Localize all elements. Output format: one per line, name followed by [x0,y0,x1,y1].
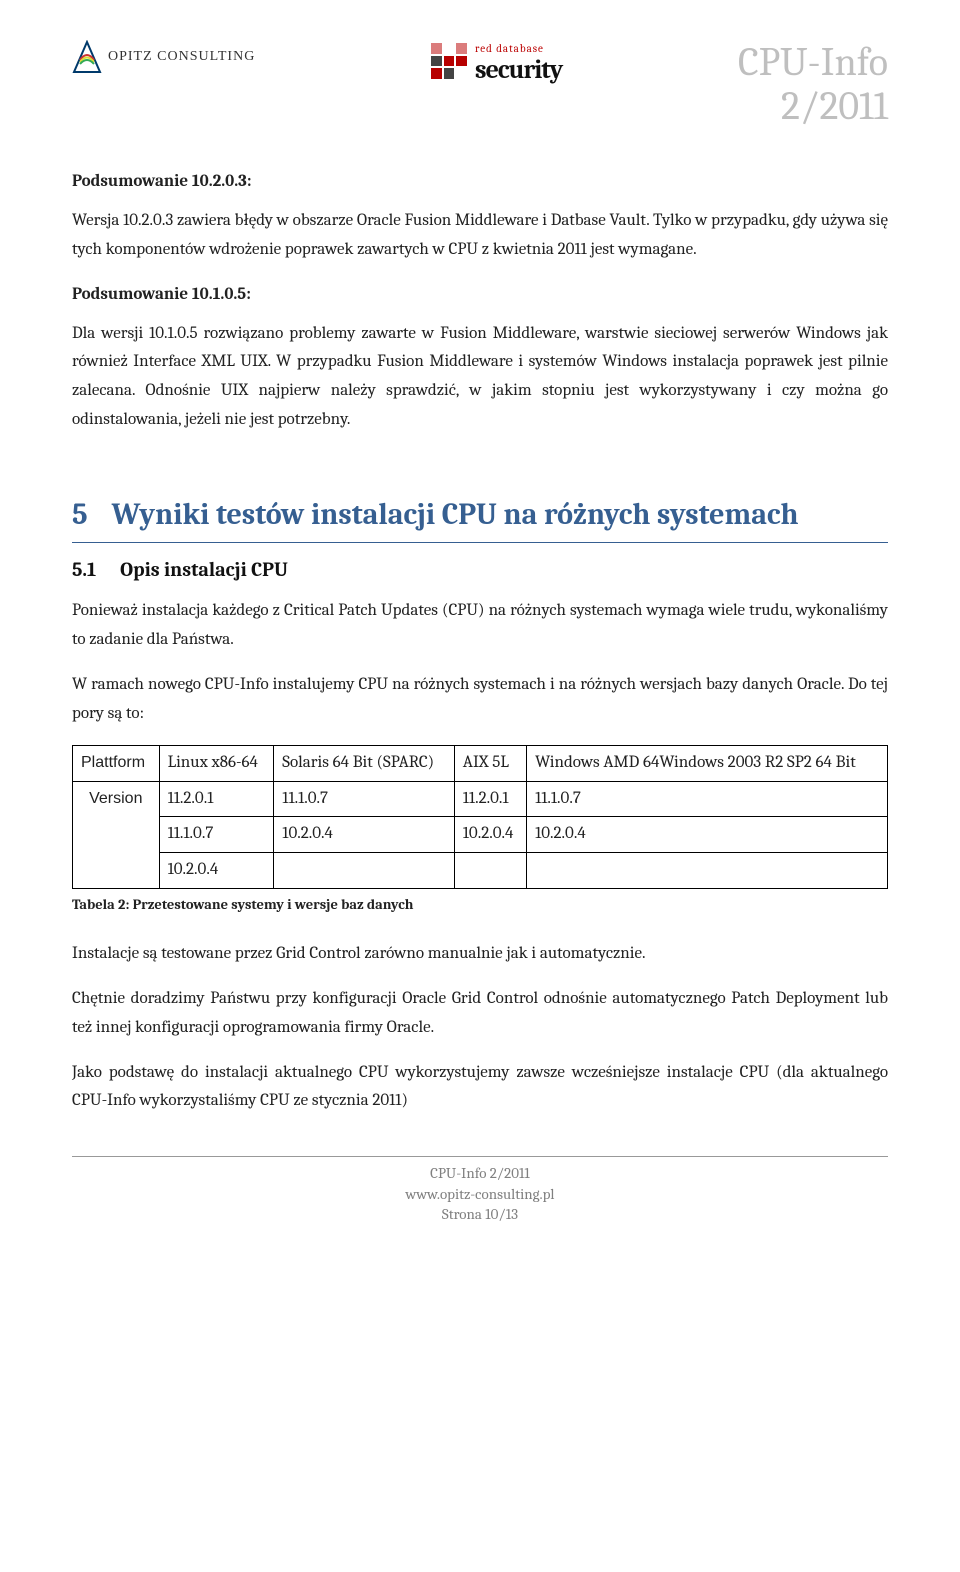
table-header-row: Plattform Linux x86-64 Solaris 64 Bit (S… [73,745,888,781]
th-plattform: Plattform [73,745,160,781]
summary-10105-paragraph: Dla wersji 10.1.0.5 rozwiązano problemy … [72,320,888,436]
red-database-security-logo: red database security [431,40,562,82]
cell: 11.2.0.1 [159,781,274,817]
cell: 10.2.0.4 [274,817,454,853]
cell [274,853,454,889]
tested-systems-table: Plattform Linux x86-64 Solaris 64 Bit (S… [72,745,888,890]
table-row: 10.2.0.4 [73,853,888,889]
table-row: Version 11.2.0.1 11.1.0.7 11.2.0.1 11.1.… [73,781,888,817]
th-solaris: Solaris 64 Bit (SPARC) [274,745,454,781]
section-5-1-para3: Instalacje są testowane przez Grid Contr… [72,940,888,969]
table-2-caption: Tabela 2: Przetestowane systemy i wersje… [72,893,888,918]
footer-doc-title: CPU-Info 2/2011 [72,1163,888,1183]
section-5-1-heading: 5.1 Opis instalacji CPU [72,553,888,587]
summary-10105-heading: Podsumowanie 10.1.0.5: [72,281,888,310]
table-row: 11.1.0.7 10.2.0.4 10.2.0.4 10.2.0.4 [73,817,888,853]
document-title: CPU-Info 2/2011 [738,40,888,128]
cell: 10.2.0.4 [527,817,888,853]
chapter-5-heading: 5 Wyniki testów instalacji CPU na różnyc… [72,489,888,543]
doc-title-line1: CPU-Info [738,40,888,84]
chapter-title: Wyniki testów instalacji CPU na różnych … [112,489,799,540]
cell [527,853,888,889]
cell: 10.2.0.4 [454,817,526,853]
section-5-1-para5: Jako podstawę do instalacji aktualnego C… [72,1059,888,1117]
opitz-logo-icon [72,40,102,74]
th-linux: Linux x86-64 [159,745,274,781]
section-number: 5.1 [72,553,96,587]
summary-10203-heading: Podsumowanie 10.2.0.3: [72,168,888,197]
doc-title-line2: 2/2011 [738,84,888,128]
page-footer: CPU-Info 2/2011 www.opitz-consulting.pl … [72,1156,888,1224]
cell: 11.1.0.7 [274,781,454,817]
opitz-brand-text: OPITZ CONSULTING [108,45,255,69]
cell: 11.1.0.7 [159,817,274,853]
section-5-1-para1: Ponieważ instalacja każdego z Critical P… [72,597,888,655]
footer-page-number: Strona 10/13 [72,1204,888,1224]
cell: 11.1.0.7 [527,781,888,817]
section-5-1-para2: W ramach nowego CPU-Info instalujemy CPU… [72,671,888,729]
footer-url: www.opitz-consulting.pl [72,1184,888,1204]
security-logo-icon [431,43,467,79]
summary-10203-paragraph: Wersja 10.2.0.3 zawiera błędy w obszarze… [72,207,888,265]
page-header: OPITZ CONSULTING red database security C… [72,40,888,128]
cell: 10.2.0.4 [159,853,274,889]
version-label: Version [73,781,160,889]
section-title: Opis instalacji CPU [120,553,288,587]
th-aix: AIX 5L [454,745,526,781]
th-windows: Windows AMD 64Windows 2003 R2 SP2 64 Bit [527,745,888,781]
cell [454,853,526,889]
section-5-1-para4: Chętnie doradzimy Państwu przy konfigura… [72,985,888,1043]
cell: 11.2.0.1 [454,781,526,817]
chapter-number: 5 [72,489,88,540]
rds-large-text: security [475,59,562,82]
opitz-logo: OPITZ CONSULTING [72,40,255,74]
